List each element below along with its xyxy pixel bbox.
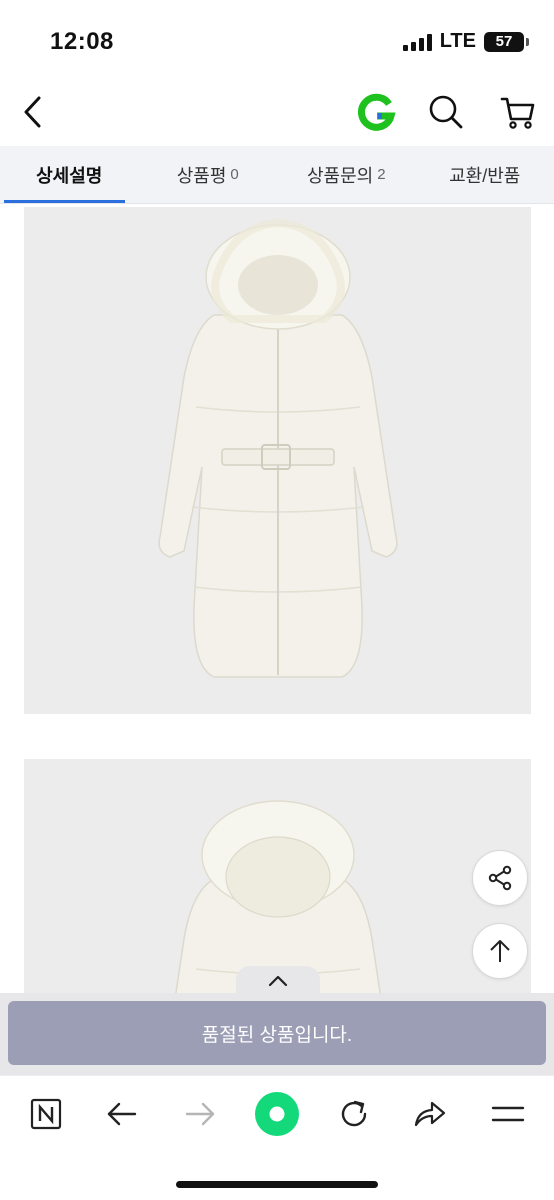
back-button[interactable] <box>8 86 60 138</box>
scroll-top-button[interactable] <box>472 923 528 979</box>
tab-inquiries[interactable]: 상품문의 2 <box>277 146 416 203</box>
arrow-up-icon <box>490 940 510 962</box>
home-dot-icon <box>255 1092 299 1136</box>
browser-menu-button[interactable] <box>484 1090 532 1138</box>
browser-forward-button[interactable] <box>176 1090 224 1138</box>
browser-back-button[interactable] <box>98 1090 146 1138</box>
tab-exchange-return[interactable]: 교환/반품 <box>416 146 554 203</box>
n-icon <box>30 1098 62 1130</box>
back-arrow-icon <box>107 1102 137 1126</box>
battery-icon: 57 <box>484 31 529 52</box>
chevron-up-icon <box>268 975 288 987</box>
search-icon <box>429 95 463 129</box>
tab-label: 교환/반품 <box>449 165 521 186</box>
forward-arrow-icon <box>185 1102 215 1126</box>
soldout-button[interactable]: 품절된 상품입니다. <box>8 1001 546 1065</box>
tab-label: 상세설명 <box>36 165 103 186</box>
tab-reviews[interactable]: 상품평 0 <box>139 146 278 203</box>
share-arrow-icon <box>414 1101 446 1127</box>
search-button[interactable] <box>420 86 472 138</box>
coat-back-image <box>24 759 531 993</box>
purchase-panel: 품절된 상품입니다. <box>0 993 554 1075</box>
chevron-left-icon <box>24 96 41 128</box>
menu-icon <box>491 1106 525 1122</box>
status-indicators: LTE 57 <box>402 30 529 53</box>
cart-button[interactable] <box>492 86 544 138</box>
browser-share-button[interactable] <box>406 1090 454 1138</box>
tab-description[interactable]: 상세설명 <box>0 146 139 203</box>
app-header <box>0 80 554 144</box>
panel-toggle-button[interactable] <box>236 966 320 996</box>
cart-icon <box>500 97 535 129</box>
g-logo-icon <box>357 93 396 131</box>
product-detail-content[interactable] <box>0 205 554 993</box>
network-type: LTE <box>439 30 476 52</box>
refresh-icon <box>341 1100 367 1127</box>
status-bar: 12:08 LTE 57 <box>0 0 554 80</box>
product-tabs: 상세설명 상품평 0 상품문의 2 교환/반품 <box>0 146 554 204</box>
product-page: 12:08 LTE 57 상세설명 상품평 0 상품문의 2 교환/반품 품절된… <box>0 0 554 1200</box>
tab-label: 상품문의 <box>306 165 374 186</box>
status-time: 12:08 <box>50 28 114 55</box>
browser-toolbar <box>0 1075 554 1200</box>
share-icon <box>488 865 512 891</box>
gmarket-logo[interactable] <box>350 86 402 138</box>
refresh-button[interactable] <box>330 1090 378 1138</box>
tab-count: 2 <box>377 166 386 183</box>
coat-front-image <box>24 207 531 714</box>
signal-icon <box>402 33 432 51</box>
browser-home-button[interactable] <box>253 1090 301 1138</box>
home-indicator[interactable] <box>176 1181 378 1188</box>
tab-label: 상품평 <box>176 165 227 186</box>
naver-button[interactable] <box>22 1090 70 1138</box>
share-button[interactable] <box>472 850 528 906</box>
tab-count: 0 <box>230 166 239 183</box>
